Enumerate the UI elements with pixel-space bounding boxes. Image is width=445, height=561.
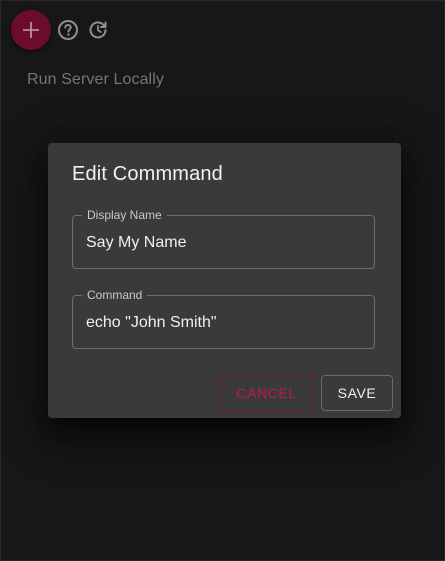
command-input[interactable] xyxy=(86,313,361,333)
edit-command-dialog: Edit Commmand Display Name Command CANCE… xyxy=(48,143,401,418)
command-field[interactable]: Command xyxy=(72,288,375,349)
save-button[interactable]: SAVE xyxy=(321,375,393,411)
display-name-input[interactable] xyxy=(86,233,361,253)
display-name-field[interactable]: Display Name xyxy=(72,208,375,269)
command-label: Command xyxy=(82,288,148,302)
dialog-title: Edit Commmand xyxy=(72,163,223,185)
cancel-button[interactable]: CANCEL xyxy=(220,375,313,411)
display-name-label: Display Name xyxy=(82,208,167,222)
